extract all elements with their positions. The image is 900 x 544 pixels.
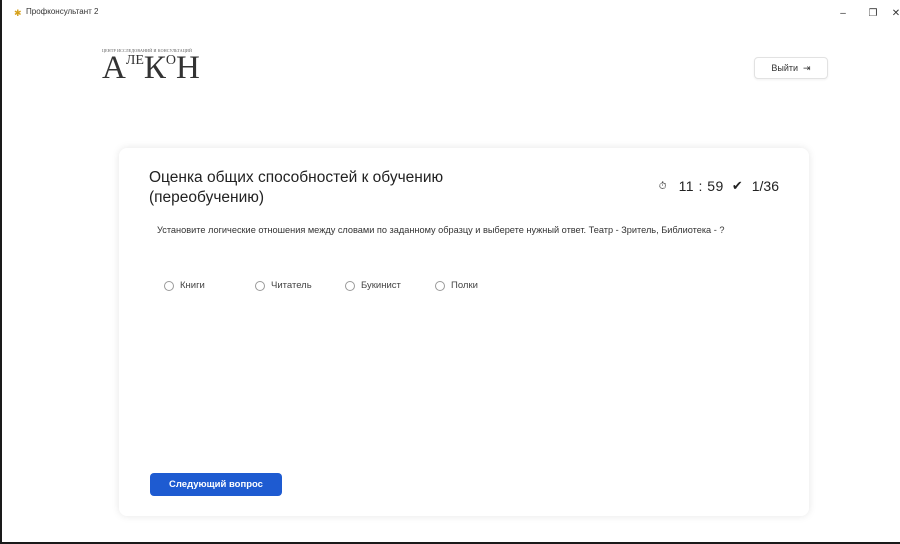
logout-button[interactable]: Выйти ⇥ — [754, 57, 828, 79]
logo-wordmark: АЛЕКОН — [102, 50, 200, 86]
answer-option[interactable]: Книги — [164, 280, 205, 291]
answer-option[interactable]: Полки — [435, 280, 478, 291]
check-icon: ✔ — [731, 178, 743, 193]
radio-button[interactable] — [164, 280, 174, 291]
answer-option[interactable]: Читатель — [255, 280, 312, 291]
radio-button[interactable] — [345, 280, 355, 291]
maximize-button[interactable]: ❐ — [865, 8, 881, 20]
answer-option[interactable]: Букинист — [345, 280, 401, 291]
test-title: Оценка общих способностей к обучению (пе… — [149, 169, 444, 206]
question-card: Оценка общих способностей к обучению (пе… — [119, 148, 809, 516]
test-status: ⏱ 11 : 59 ✔ 1/36 — [659, 178, 779, 194]
option-label: Книги — [180, 280, 205, 291]
option-label: Букинист — [361, 280, 401, 291]
question-text: Установите логические отношения между сл… — [157, 225, 725, 235]
radio-button[interactable] — [435, 280, 445, 291]
logout-label: Выйти — [771, 63, 799, 73]
logout-icon: ⇥ — [803, 62, 811, 73]
window-title: Профконсультант 2 — [26, 7, 99, 16]
progress-counter: 1/36 — [751, 178, 779, 194]
stopwatch-icon: ⏱ — [658, 180, 667, 192]
option-label: Полки — [451, 280, 478, 291]
option-label: Читатель — [271, 280, 312, 291]
alekon-logo: ЦЕНТР ИССЛЕДОВАНИЙ И КОНСУЛЬТАЦИЙ АЛЕКОН — [102, 48, 212, 90]
next-question-button[interactable]: Следующий вопрос — [150, 473, 282, 496]
title-bar: ✱ Профконсультант 2 – ❐ ✕ — [2, 0, 900, 26]
close-button[interactable]: ✕ — [891, 8, 900, 20]
timer: 11 : 59 — [678, 178, 724, 194]
app-window: ✱ Профконсультант 2 – ❐ ✕ ЦЕНТР ИССЛЕДОВ… — [0, 0, 900, 544]
minimize-button[interactable]: – — [835, 8, 851, 20]
star-icon: ✱ — [14, 8, 22, 18]
radio-button[interactable] — [255, 280, 265, 291]
